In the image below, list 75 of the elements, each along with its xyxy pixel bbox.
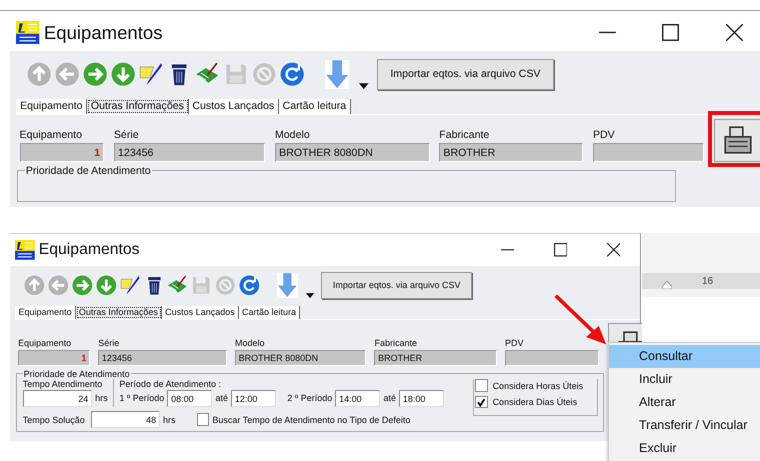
input-field[interactable]	[592, 143, 704, 162]
group-title: Prioridade de Atendimento	[24, 164, 152, 177]
field-label: Série	[98, 338, 120, 348]
checkbox-label: Considera Dias Úteis	[492, 396, 578, 407]
input-field[interactable]: BROTHER	[374, 350, 497, 366]
maximize-icon[interactable]	[554, 243, 568, 256]
checkbox[interactable]	[196, 413, 210, 426]
field-label: PDV	[592, 129, 616, 142]
tab[interactable]: Custos Lançados	[162, 306, 239, 319]
tab[interactable]: Equipamento	[16, 98, 88, 114]
unit-label: hrs	[95, 393, 108, 404]
input-field[interactable]: BROTHER	[439, 143, 584, 162]
input-field[interactable]	[504, 350, 600, 366]
field-label: até	[216, 393, 228, 404]
pen-note-icon[interactable]	[139, 62, 164, 87]
menu-item[interactable]: Alterar	[609, 391, 760, 414]
input-field[interactable]: BROTHER 8080DN	[234, 350, 366, 366]
section-label: Período de Atendimento :	[119, 378, 222, 389]
input-field[interactable]: 18:00	[399, 390, 444, 408]
field-label: 2 º Período	[287, 393, 332, 404]
down-arrow-icon[interactable]	[277, 272, 298, 298]
menu-item[interactable]: Transferir / Vincular	[609, 414, 760, 437]
tab[interactable]: Outras Informações	[87, 98, 189, 114]
input-field[interactable]: 48	[90, 411, 160, 428]
field-label: Série	[114, 129, 140, 142]
down-arrow-icon[interactable]	[324, 60, 350, 90]
checkbox-label: Buscar Tempo de Atendimento no Tipo de Defeito	[212, 414, 410, 425]
field-label: Tempo Solução	[22, 414, 85, 425]
field-label: Fabricante	[439, 129, 490, 142]
menu-item[interactable]: Incluir	[609, 368, 760, 391]
input-field[interactable]: 12:00	[231, 390, 276, 408]
group-title: Prioridade de Atendimento	[22, 368, 131, 379]
menu-item[interactable]: Excluir	[609, 437, 760, 460]
tab[interactable]: Outras Informações	[76, 306, 162, 319]
pen-note-icon[interactable]	[120, 274, 140, 296]
refresh-icon[interactable]	[280, 62, 304, 87]
indent-marker-icon[interactable]	[662, 281, 672, 289]
menu-item[interactable]: Consultar	[609, 345, 760, 368]
field-label: Equipamento	[20, 129, 83, 142]
field-label: Fabricante	[374, 338, 418, 348]
import-csv-button[interactable]: Importar eqtos. via arquivo CSV	[321, 272, 472, 299]
caret-icon[interactable]	[359, 82, 369, 90]
close-icon[interactable]	[606, 243, 620, 256]
window-title: Equipamentos	[44, 22, 162, 44]
ruler-number: 16	[702, 276, 714, 286]
tab[interactable]: Cartão leitura	[278, 98, 351, 114]
input-field[interactable]: 123456	[98, 350, 227, 366]
unit-label: hrs	[163, 414, 176, 425]
refresh-icon[interactable]	[238, 274, 260, 296]
input-field[interactable]: 123456	[114, 143, 266, 162]
tab[interactable]: Equipamento	[15, 306, 76, 319]
field-label: Equipamento	[18, 338, 72, 348]
field-label: até	[384, 393, 396, 404]
window-title: Equipamentos	[38, 240, 140, 259]
input-field[interactable]: 08:00	[167, 390, 212, 408]
close-icon[interactable]	[726, 24, 743, 42]
app-logo-icon	[16, 20, 40, 44]
app-logo-icon	[15, 240, 36, 260]
caret-icon[interactable]	[306, 292, 314, 298]
checkbox[interactable]	[475, 379, 488, 392]
register-lookup-button[interactable]	[714, 119, 760, 162]
field-label: Modelo	[234, 338, 266, 348]
input-field[interactable]: 14:00	[335, 390, 380, 408]
field-label: Modelo	[274, 129, 311, 142]
checkbox-label: Considera Horas Úteis	[492, 380, 584, 391]
checkbox[interactable]	[475, 396, 488, 408]
import-csv-button[interactable]: Importar eqtos. via arquivo CSV	[376, 58, 554, 90]
maximize-icon[interactable]	[662, 24, 680, 42]
tab[interactable]: Custos Lançados	[188, 98, 279, 114]
tab[interactable]: Cartão leitura	[238, 306, 300, 319]
input-field[interactable]: BROTHER 8080DN	[274, 143, 430, 162]
field-label: 1 º Período	[119, 393, 164, 404]
input-field[interactable]: 24	[22, 390, 92, 408]
field-label: PDV	[504, 338, 524, 348]
field-label: Tempo Atendimento	[22, 378, 104, 389]
